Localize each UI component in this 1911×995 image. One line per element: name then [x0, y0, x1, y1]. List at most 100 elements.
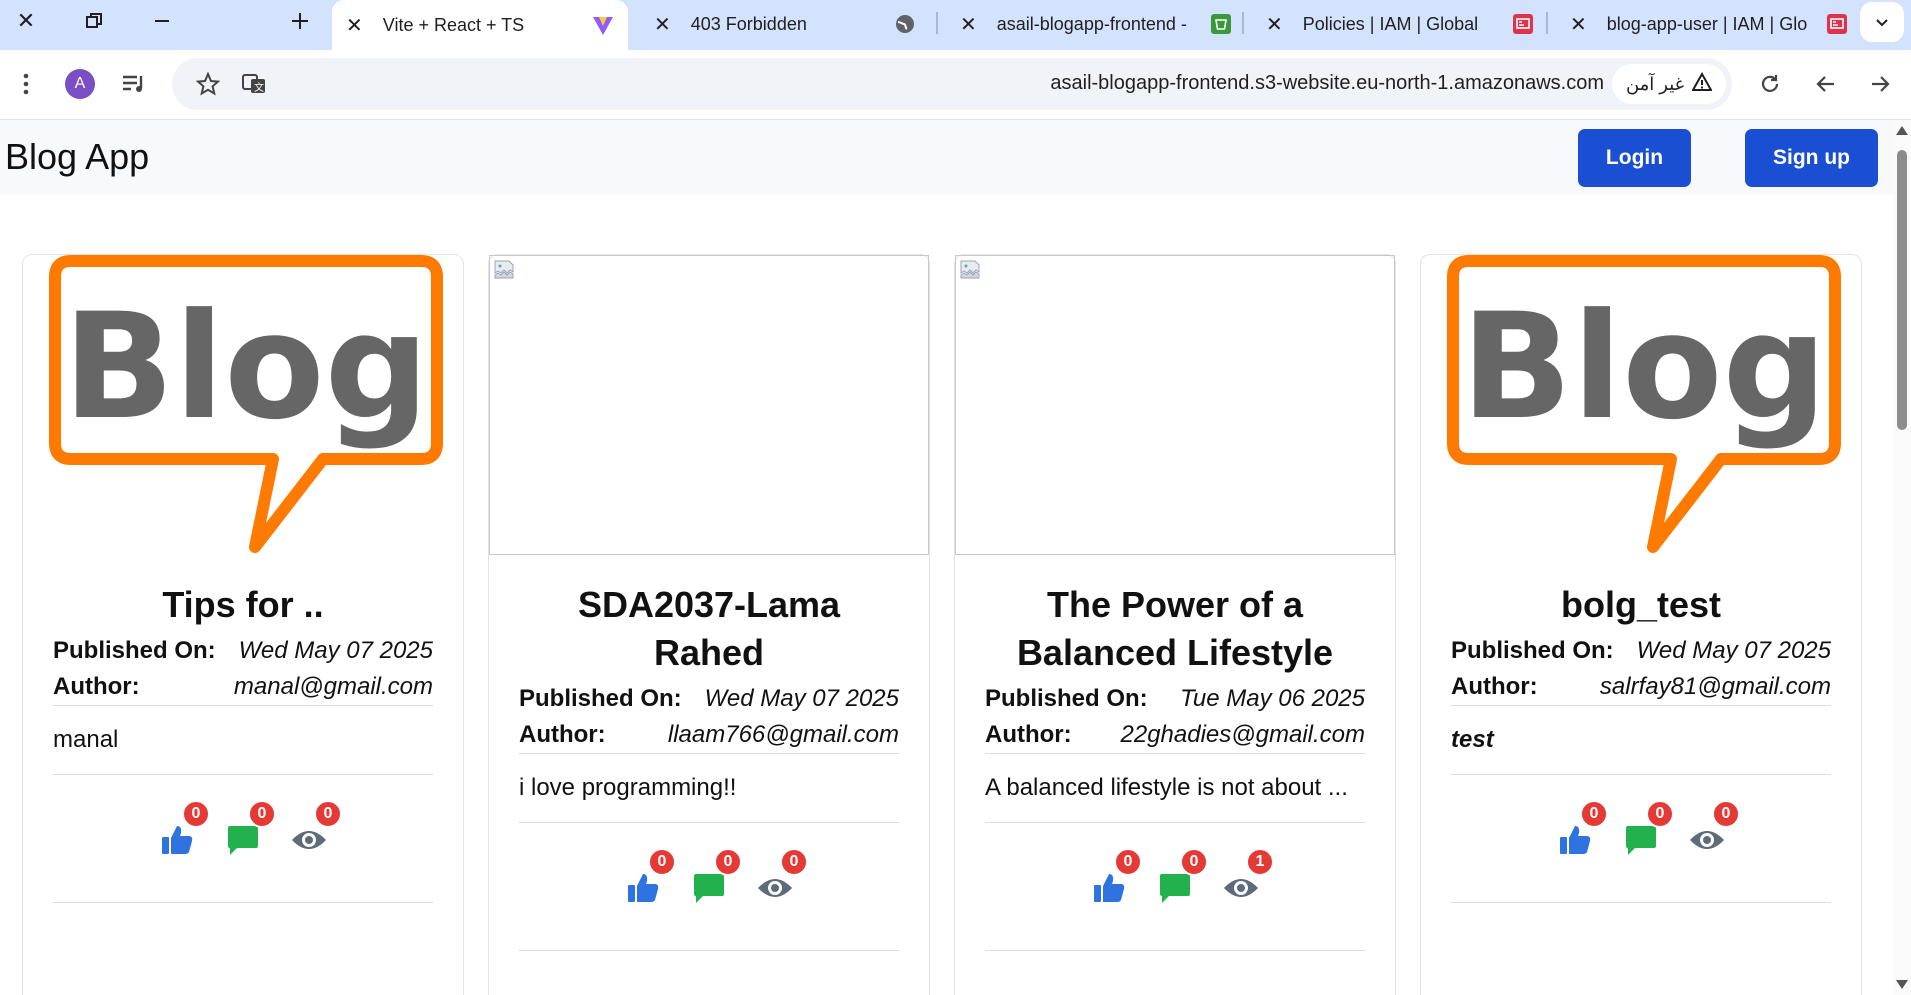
browser-tabstrip: ✕ ✕ Vite + React + TS ✕ 403 Forbidden ✕ … [0, 0, 1911, 50]
logo-text: Blog [1461, 282, 1827, 452]
login-button[interactable]: Login [1578, 129, 1691, 187]
new-tab-icon[interactable] [276, 0, 324, 42]
view-count-badge: 0 [780, 847, 808, 876]
post-stats: 0 0 0 [1451, 775, 1831, 903]
tab-close-icon[interactable]: ✕ [654, 12, 671, 37]
signup-button[interactable]: Sign up [1745, 129, 1878, 187]
thumbs-up-icon [1094, 873, 1125, 902]
app-navbar: Blog App Login Sign up [0, 120, 1893, 195]
blog-logo-icon: Blog [1447, 255, 1841, 553]
page-viewport: Blog App Login Sign up Blog Tips for .. … [0, 120, 1893, 995]
address-bar[interactable]: 文 asail-blogapp-frontend.s3-website.eu-n… [172, 58, 1732, 110]
tab-separator [1546, 12, 1548, 34]
comment-button[interactable]: 0 [1621, 799, 1674, 858]
globe-icon [894, 13, 916, 35]
comment-count-badge: 0 [248, 799, 276, 828]
comment-icon [1626, 825, 1656, 855]
comment-button[interactable]: 0 [1155, 847, 1208, 906]
security-indicator[interactable]: غير آمن [1612, 64, 1726, 104]
view-count-badge: 1 [1246, 847, 1274, 876]
forward-arrow-icon[interactable] [1860, 64, 1900, 104]
tab-close-icon[interactable]: ✕ [960, 12, 977, 37]
tab-title: 403 Forbidden [690, 13, 807, 34]
tab-separator [936, 12, 938, 34]
translate-icon[interactable]: 文 [234, 64, 274, 104]
published-date: Wed May 07 2025 [1636, 637, 1831, 664]
author-label: Author: [53, 673, 140, 700]
post-excerpt: manal [53, 706, 433, 775]
author-email: 22ghadies@gmail.com [1120, 721, 1366, 748]
not-secure-label: غير آمن [1625, 73, 1685, 94]
like-button[interactable]: 0 [623, 847, 676, 906]
views-indicator: 0 [289, 799, 342, 858]
media-control-icon[interactable] [114, 64, 154, 104]
app-brand[interactable]: Blog App [5, 136, 149, 178]
post-card[interactable]: Blog Tips for .. Published On: Wed May 0… [22, 254, 464, 995]
s3-bucket-icon [1210, 13, 1232, 35]
tab-title: Vite + React + TS [382, 14, 525, 35]
tab-iam-user[interactable]: ✕ blog-app-user | IAM | Glo [1556, 2, 1862, 46]
restore-window-icon[interactable] [70, 0, 118, 42]
tab-title: asail-blogapp-frontend - [996, 13, 1187, 34]
post-title: SDA2037-Lama Rahed [577, 584, 841, 673]
scroll-down-arrow-icon[interactable] [1896, 980, 1908, 989]
post-image-broken [489, 255, 929, 555]
profile-avatar[interactable]: A [60, 64, 100, 104]
published-date: Tue May 06 2025 [1179, 685, 1365, 712]
url-text: asail-blogapp-frontend.s3-website.eu-nor… [1050, 72, 1604, 94]
like-button[interactable]: 0 [1555, 799, 1608, 858]
comment-icon [694, 873, 724, 903]
warning-icon [1691, 71, 1713, 97]
post-title: Tips for .. [162, 584, 324, 625]
tab-close-icon[interactable]: ✕ [1570, 12, 1587, 37]
post-title: The Power of a Balanced Lifestyle [1016, 584, 1334, 673]
tab-search-icon[interactable] [1860, 2, 1904, 42]
more-menu-icon[interactable] [6, 64, 46, 104]
iam-icon [1826, 13, 1848, 35]
broken-image-icon [960, 260, 980, 279]
post-card[interactable]: The Power of a Balanced Lifestyle Publis… [954, 254, 1396, 995]
comment-button[interactable]: 0 [689, 847, 742, 906]
close-window-icon[interactable]: ✕ [2, 0, 50, 42]
comment-count-badge: 0 [1646, 799, 1674, 828]
like-count-badge: 0 [1580, 799, 1608, 828]
back-arrow-icon[interactable] [1806, 64, 1846, 104]
published-date: Wed May 07 2025 [704, 685, 899, 712]
reload-icon[interactable] [1750, 64, 1790, 104]
like-button[interactable]: 0 [157, 799, 210, 858]
tab-vite-react[interactable]: ✕ Vite + React + TS [332, 0, 628, 50]
post-image: Blog [1421, 255, 1861, 555]
page-scrollbar[interactable] [1893, 120, 1911, 995]
post-card[interactable]: Blog bolg_test Published On: Wed May 07 … [1420, 254, 1862, 995]
tab-403-forbidden[interactable]: ✕ 403 Forbidden [640, 2, 930, 46]
scroll-up-arrow-icon[interactable] [1896, 126, 1908, 135]
author-label: Author: [519, 721, 606, 748]
tab-title: Policies | IAM | Global [1302, 13, 1479, 34]
like-button[interactable]: 0 [1089, 847, 1142, 906]
tab-close-icon[interactable]: ✕ [1266, 12, 1283, 37]
tab-s3-bucket[interactable]: ✕ asail-blogapp-frontend - [946, 2, 1246, 46]
minimize-window-icon[interactable] [138, 0, 186, 42]
post-stats: 0 0 0 [519, 823, 899, 951]
avatar: A [65, 69, 95, 99]
post-excerpt: A balanced lifestyle is not about ... [985, 754, 1365, 823]
published-label: Published On: [1451, 637, 1614, 664]
published-date: Wed May 07 2025 [238, 637, 433, 664]
tab-separator [1242, 12, 1244, 34]
post-meta: Published On: Wed May 07 2025 Author: ma… [53, 633, 433, 706]
post-excerpt: i love programming!! [519, 754, 899, 823]
author-label: Author: [1451, 673, 1538, 700]
comment-button[interactable]: 0 [223, 799, 276, 858]
bookmark-star-icon[interactable] [188, 64, 228, 104]
svg-text:文: 文 [254, 81, 264, 94]
author-email: salrfay81@gmail.com [1599, 673, 1831, 700]
logo-text: Blog [63, 282, 429, 452]
scrollbar-thumb[interactable] [1897, 150, 1907, 430]
author-email: manal@gmail.com [233, 673, 433, 700]
tab-close-icon[interactable]: ✕ [346, 13, 363, 38]
comment-count-badge: 0 [1180, 847, 1208, 876]
views-indicator: 0 [755, 847, 808, 906]
blog-logo-icon: Blog [49, 255, 443, 553]
tab-iam-policies[interactable]: ✕ Policies | IAM | Global [1252, 2, 1548, 46]
post-card[interactable]: SDA2037-Lama Rahed Published On: Wed May… [488, 254, 930, 995]
